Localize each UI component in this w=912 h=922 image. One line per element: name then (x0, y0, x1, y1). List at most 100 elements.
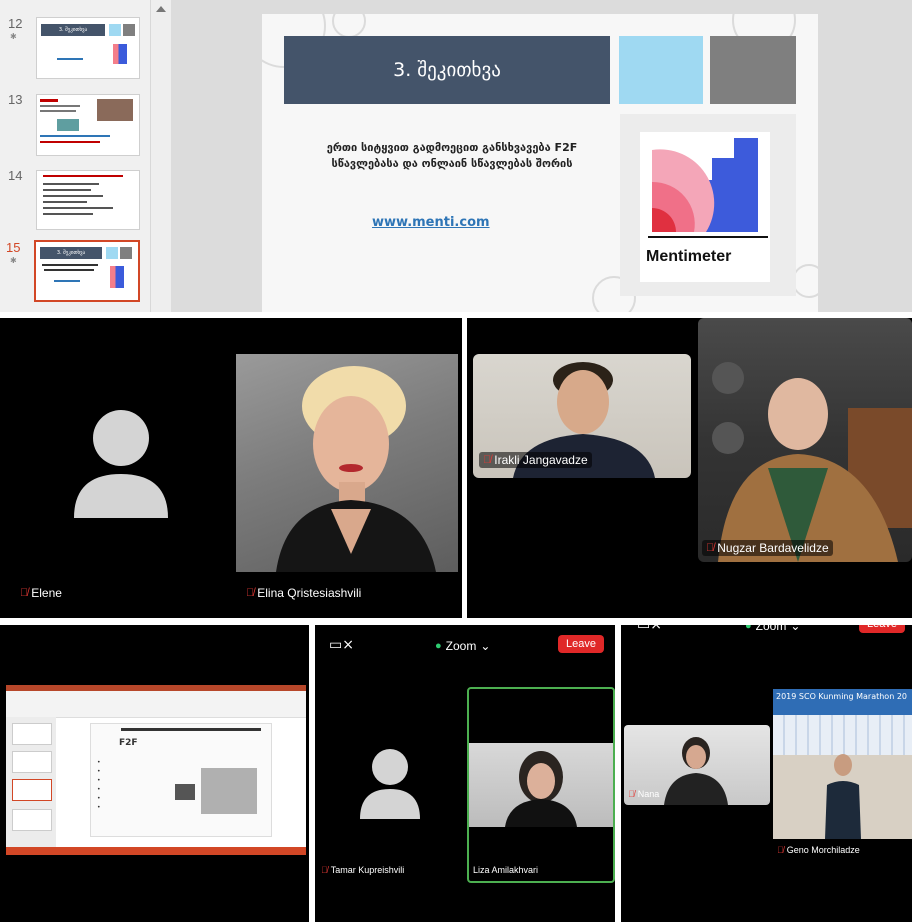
camera-off-icon[interactable]: ▭× (637, 625, 662, 633)
zoom-label: Zoom (445, 639, 477, 653)
thumbnail-scrollbar[interactable] (150, 0, 171, 312)
camera-off-icon[interactable]: ▭× (329, 637, 354, 653)
thumb-line (44, 269, 94, 271)
slide-thumbnail-14[interactable] (36, 170, 140, 230)
thumb-line (40, 105, 80, 107)
zoom-menu[interactable]: ● Zoom ⌄ (435, 639, 490, 653)
participant-video: 🎙̸ Irakli Jangavadze (473, 354, 691, 478)
slide-number-14: 14 (8, 168, 23, 183)
microphone-muted-icon: 🎙̸ (706, 542, 715, 554)
thumb-line (43, 201, 87, 203)
leave-button[interactable]: Leave (859, 625, 905, 633)
thumb-line (43, 213, 93, 215)
slide-body-line: სწავლებასა და ონლაინ სწავლებას შორის (331, 157, 573, 170)
microphone-muted-icon: 🎙̸ (321, 865, 328, 875)
participant-video (236, 354, 458, 572)
participant-name-tag: 🎙̸ Nana (628, 789, 659, 799)
shared-slide: F2F • • • • • • (90, 723, 272, 837)
thumb-line (43, 175, 123, 177)
microphone-muted-icon: 🎙̸ (628, 789, 635, 799)
user-placeholder-icon (360, 749, 420, 819)
thumb-link (57, 58, 83, 60)
slide-bullets: • • • • • • (97, 758, 101, 812)
slide-thumbnail-pane: 12 ✱ 3. შეკითხვა 13 14 15 ✱ 3. შეკითხვა (0, 0, 150, 312)
participant-name-tag: 🎙̸ Tamar Kupreishvili (321, 865, 404, 875)
star-icon: ✱ (10, 32, 17, 41)
mentimeter-thumb-logo (113, 44, 127, 64)
menti-link[interactable]: www.menti.com (372, 215, 490, 230)
shield-check-icon: ● (745, 625, 752, 632)
slide-photo (201, 768, 257, 814)
slide-thumbnail-12[interactable]: 3. შეკითხვა (36, 17, 140, 79)
participant-silhouette (712, 362, 912, 562)
participant-name-tag: Liza Amilakhvari (473, 865, 538, 875)
thumb-square (123, 24, 135, 36)
thumb-photo (57, 119, 79, 131)
gray-square (710, 36, 796, 104)
thumb-line (43, 183, 99, 185)
slide-thumbnail-13[interactable] (36, 94, 140, 156)
thumb-line (40, 110, 76, 112)
slide-title: 3. შეკითხვა (284, 36, 610, 104)
slide-thumbnail-15[interactable]: 3. შეკითხვა (34, 240, 140, 302)
thumb-line (40, 141, 100, 143)
shared-screen: F2F • • • • • • (6, 685, 306, 855)
participant-name-tag: 🎙̸ Nugzar Bardavelidze (702, 540, 833, 556)
participant-name-tag: 🎙̸ Elina Qristesiashvili (246, 586, 361, 600)
thumb-line (40, 135, 110, 137)
participant-name: Nugzar Bardavelidze (717, 541, 829, 555)
microphone-muted-icon: 🎙̸ (20, 587, 29, 599)
slide-body-line: ერთი სიტყვით გადმოეცით განსხვავება F2F (326, 141, 578, 154)
bullet: • (97, 795, 101, 802)
thumb (12, 809, 52, 831)
participant-name: Geno Morchiladze (786, 845, 860, 855)
participant-silhouette (505, 751, 577, 827)
leave-button[interactable]: Leave (558, 635, 604, 653)
thumb-line (42, 264, 98, 266)
slide-number-12: 12 (8, 16, 23, 31)
zoom-panel-e: ▭× ● Zoom ⌄ Leave 🎙̸ Nana 2019 SCO Kunmi… (621, 625, 912, 922)
mentimeter-logo-icon (648, 138, 768, 238)
thumb (12, 723, 52, 745)
zoom-menu[interactable]: ● Zoom ⌄ (745, 625, 800, 633)
bullet: • (97, 768, 101, 775)
participant-video: 🎙̸ Nugzar Bardavelidze (698, 318, 912, 562)
participant-silhouette (276, 366, 436, 572)
participant-name: Elina Qristesiashvili (257, 586, 362, 600)
thumb-line (43, 207, 113, 209)
slide-number-15: 15 (6, 240, 21, 255)
slide-heading-line (121, 728, 261, 731)
thumb (12, 779, 52, 801)
mentimeter-logo-text: Mentimeter (646, 248, 732, 265)
zoom-panel-a: 🎙̸ Elene 🎙̸ Elina Qristesiashvili (0, 318, 462, 618)
participant-video (469, 743, 613, 827)
zoom-panel-d: ▭× ● Zoom ⌄ Leave 🎙̸ Tamar Kupreishvili … (315, 625, 615, 922)
participant-name-tag: 🎙̸ Geno Morchiladze (777, 845, 860, 855)
participant-name: Irakli Jangavadze (494, 453, 588, 467)
participant-video: 2019 SCO Kunming Marathon 20 (773, 689, 912, 839)
chevron-down-icon: ⌄ (790, 625, 801, 633)
participant-name-tag: 🎙̸ Irakli Jangavadze (479, 452, 592, 468)
mentimeter-logo: Mentimeter (640, 132, 770, 282)
scroll-up-icon[interactable] (156, 6, 166, 12)
slide-photo (175, 784, 195, 800)
thumb-title: 3. შეკითხვა (40, 247, 102, 259)
thumb-link (54, 280, 80, 282)
ppt-thumbnail-pane (6, 717, 56, 847)
bullet: • (97, 777, 101, 784)
thumb-square (120, 247, 132, 259)
water-drop-decoration (332, 14, 366, 38)
participant-name: Nana (637, 789, 660, 799)
chevron-down-icon: ⌄ (480, 639, 491, 653)
participant-name: Tamar Kupreishvili (330, 865, 405, 875)
star-icon: ✱ (10, 256, 17, 265)
bullet: • (97, 759, 101, 766)
zoom-panel-c: F2F • • • • • • (0, 625, 309, 922)
thumb-photo (97, 99, 133, 121)
zoom-label: Zoom (755, 625, 787, 633)
current-slide: 3. შეკითხვა ერთი სიტყვით გადმოეცით განსხ… (262, 14, 818, 312)
ppt-statusbar (6, 847, 306, 855)
participant-name: Liza Amilakhvari (473, 865, 539, 875)
thumb-square (109, 24, 121, 36)
slide-number-13: 13 (8, 92, 23, 107)
